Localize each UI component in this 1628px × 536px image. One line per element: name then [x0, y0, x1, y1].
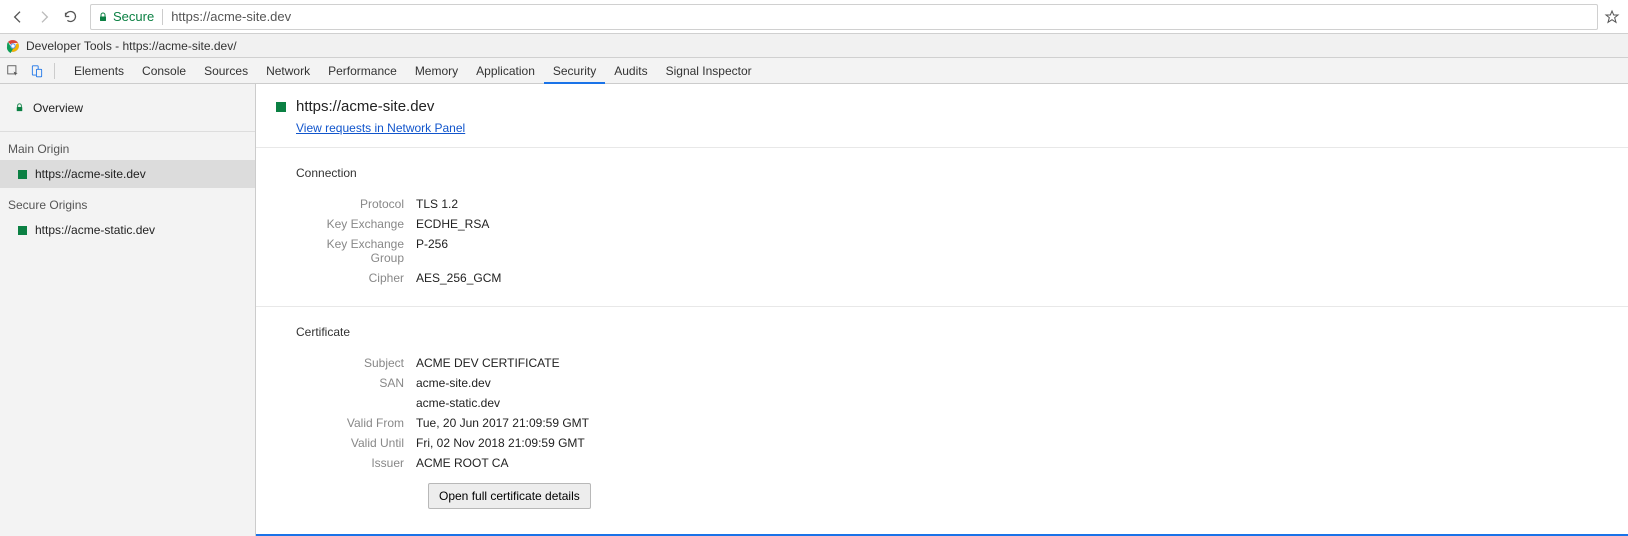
row-cipher: Cipher AES_256_GCM [296, 268, 1588, 288]
sidebar-secure-origin[interactable]: https://acme-static.dev [0, 216, 255, 244]
label-key-exchange: Key Exchange [296, 217, 416, 231]
secure-indicator-icon [276, 102, 286, 112]
row-issuer: Issuer ACME ROOT CA [296, 453, 1588, 473]
arrow-left-icon [10, 9, 26, 25]
label-valid-from: Valid From [296, 416, 416, 430]
label-cipher: Cipher [296, 271, 416, 285]
tab-audits[interactable]: Audits [605, 58, 656, 84]
inspect-icon[interactable] [6, 64, 20, 78]
bookmark-star-icon[interactable] [1604, 9, 1620, 25]
tab-divider [54, 63, 55, 79]
secure-label: Secure [113, 9, 154, 24]
device-toggle-icon[interactable] [30, 64, 44, 78]
reload-button[interactable] [60, 7, 80, 27]
back-button[interactable] [8, 7, 28, 27]
tab-security[interactable]: Security [544, 58, 605, 84]
secure-indicator-icon [18, 170, 27, 179]
row-san-2: acme-static.dev [296, 393, 1588, 413]
security-content: https://acme-site.dev View requests in N… [256, 84, 1628, 536]
chrome-icon [6, 39, 20, 53]
label-key-exchange-group: Key Exchange Group [296, 237, 416, 265]
row-key-exchange-group: Key Exchange Group P-256 [296, 234, 1588, 268]
lock-icon [97, 11, 109, 23]
security-sidebar: Overview Main Origin https://acme-site.d… [0, 84, 256, 536]
sidebar-overview[interactable]: Overview [0, 84, 255, 132]
certificate-title: Certificate [296, 325, 1588, 339]
devtools-title: Developer Tools - https://acme-site.dev/ [26, 39, 237, 53]
value-key-exchange-group: P-256 [416, 237, 448, 265]
tab-application[interactable]: Application [467, 58, 544, 84]
tab-memory[interactable]: Memory [406, 58, 467, 84]
tab-elements[interactable]: Elements [65, 58, 133, 84]
tab-console[interactable]: Console [133, 58, 195, 84]
devtools-tabs: Elements Console Sources Network Perform… [0, 58, 1628, 84]
row-key-exchange: Key Exchange ECDHE_RSA [296, 214, 1588, 234]
row-san-1: SAN acme-site.dev [296, 373, 1588, 393]
value-valid-until: Fri, 02 Nov 2018 21:09:59 GMT [416, 436, 585, 450]
row-valid-until: Valid Until Fri, 02 Nov 2018 21:09:59 GM… [296, 433, 1588, 453]
lock-icon [14, 102, 25, 113]
view-requests-link[interactable]: View requests in Network Panel [296, 121, 465, 135]
value-san-2: acme-static.dev [416, 396, 500, 410]
label-san: SAN [296, 376, 416, 390]
certificate-section: Certificate Subject ACME DEV CERTIFICATE… [256, 307, 1628, 527]
devtools-window-header: Developer Tools - https://acme-site.dev/ [0, 34, 1628, 58]
label-issuer: Issuer [296, 456, 416, 470]
sidebar-heading-main-origin: Main Origin [0, 132, 255, 160]
row-subject: Subject ACME DEV CERTIFICATE [296, 353, 1588, 373]
tab-network[interactable]: Network [257, 58, 319, 84]
tab-signal-inspector[interactable]: Signal Inspector [657, 58, 761, 84]
row-protocol: Protocol TLS 1.2 [296, 194, 1588, 214]
value-key-exchange: ECDHE_RSA [416, 217, 489, 231]
label-valid-until: Valid Until [296, 436, 416, 450]
label-protocol: Protocol [296, 197, 416, 211]
label-subject: Subject [296, 356, 416, 370]
tab-performance[interactable]: Performance [319, 58, 406, 84]
sidebar-secure-origin-label: https://acme-static.dev [35, 223, 155, 237]
sidebar-overview-label: Overview [33, 101, 83, 115]
arrow-right-icon [36, 9, 52, 25]
value-san-1: acme-site.dev [416, 376, 491, 390]
omnibox-divider [162, 9, 163, 25]
value-protocol: TLS 1.2 [416, 197, 458, 211]
value-cipher: AES_256_GCM [416, 271, 501, 285]
secure-indicator-icon [18, 226, 27, 235]
tab-sources[interactable]: Sources [195, 58, 257, 84]
reload-icon [63, 9, 78, 24]
browser-toolbar: Secure https://acme-site.dev [0, 0, 1628, 34]
address-bar[interactable]: Secure https://acme-site.dev [90, 4, 1598, 30]
sidebar-main-origin[interactable]: https://acme-site.dev [0, 160, 255, 188]
label-san-empty [296, 396, 416, 410]
sidebar-main-origin-label: https://acme-site.dev [35, 167, 146, 181]
connection-title: Connection [296, 166, 1588, 180]
open-certificate-button[interactable]: Open full certificate details [428, 483, 591, 509]
connection-section: Connection Protocol TLS 1.2 Key Exchange… [256, 148, 1628, 307]
origin-title: https://acme-site.dev [296, 98, 434, 115]
sidebar-heading-secure-origins: Secure Origins [0, 188, 255, 216]
main-area: Overview Main Origin https://acme-site.d… [0, 84, 1628, 536]
row-valid-from: Valid From Tue, 20 Jun 2017 21:09:59 GMT [296, 413, 1588, 433]
value-issuer: ACME ROOT CA [416, 456, 508, 470]
forward-button[interactable] [34, 7, 54, 27]
origin-header: https://acme-site.dev View requests in N… [256, 84, 1628, 148]
value-subject: ACME DEV CERTIFICATE [416, 356, 560, 370]
value-valid-from: Tue, 20 Jun 2017 21:09:59 GMT [416, 416, 589, 430]
omnibox-url: https://acme-site.dev [171, 9, 291, 24]
